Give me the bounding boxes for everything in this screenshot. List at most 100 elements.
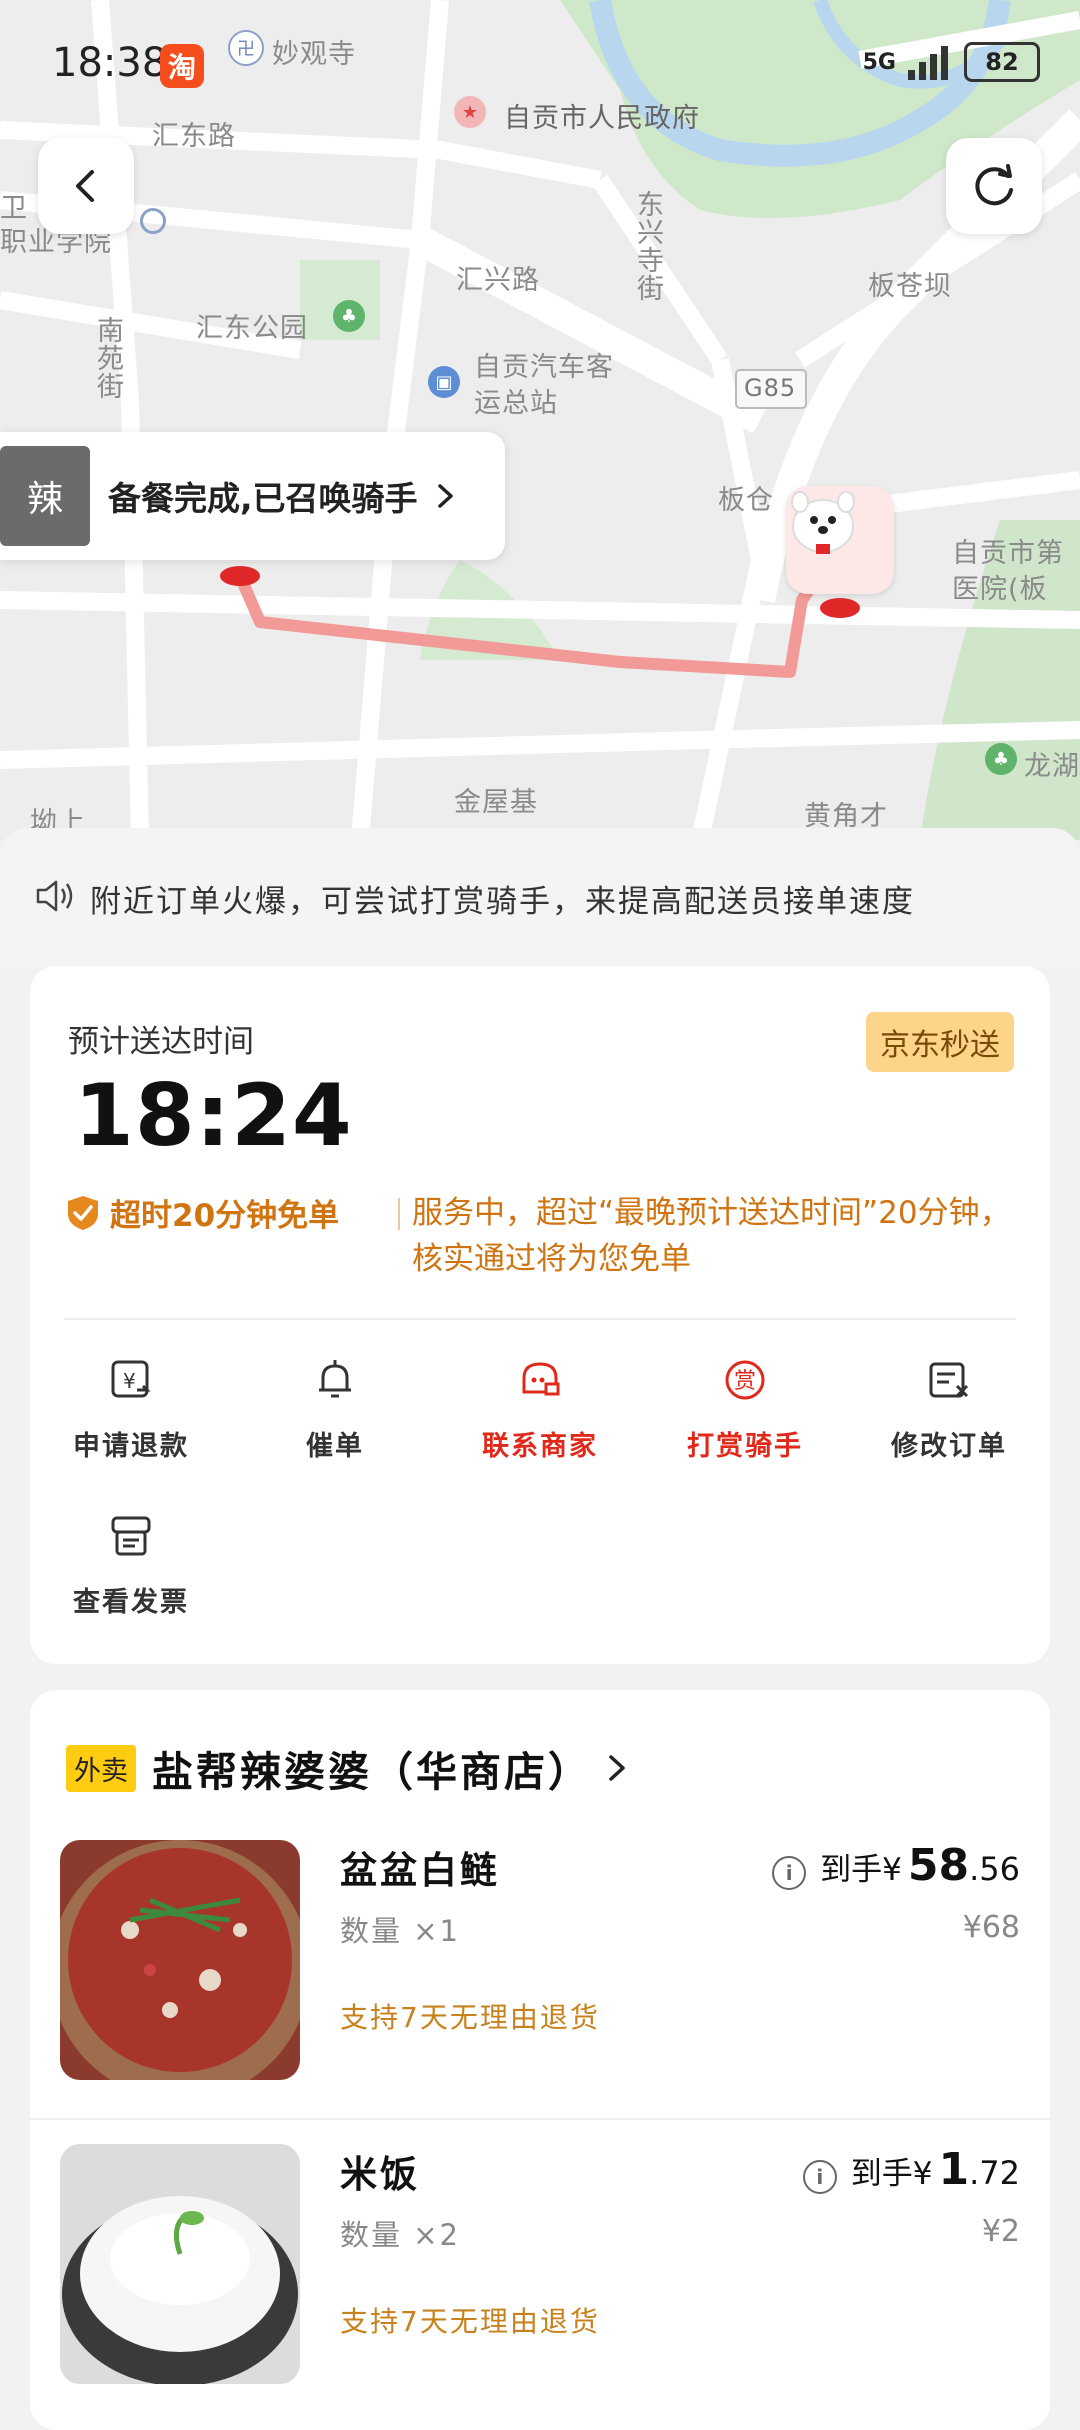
store-name: 盐帮辣婆婆（华商店） bbox=[152, 1748, 592, 1796]
edit-order-button[interactable]: 修改订单 bbox=[864, 1356, 1034, 1463]
view-invoice-button[interactable]: 查看发票 bbox=[46, 1512, 216, 1619]
refund-policy: 支持7天无理由退货 bbox=[340, 2001, 600, 2034]
price-int: 58 bbox=[907, 1840, 970, 1891]
price-dec: .72 bbox=[969, 2154, 1020, 2192]
network-label: 5G bbox=[862, 49, 896, 75]
dish-qty: 数量 ×1 bbox=[340, 1914, 460, 1948]
view-invoice-label: 查看发票 bbox=[73, 1587, 189, 1618]
map-label: 汇东公园 bbox=[196, 313, 308, 344]
reward-icon: 赏 bbox=[725, 1360, 765, 1400]
delivery-map[interactable]: 卍 ★ ♣ ▣ ♣ 妙观寺 自贡市人民政府 汇东路 卫 职业学院 东兴寺街 汇兴… bbox=[0, 0, 1080, 840]
guarantee-tag-text: 超时20分钟免单 bbox=[110, 1198, 340, 1234]
dish-name: 盆盆白鲢 bbox=[340, 1849, 500, 1892]
store-contact-icon bbox=[522, 1362, 560, 1396]
dish-image bbox=[60, 1840, 300, 2080]
info-icon[interactable]: i bbox=[772, 1856, 807, 1890]
map-label: 龙湖 bbox=[1024, 751, 1080, 782]
refund-label: 申请退款 bbox=[73, 1431, 189, 1462]
urge-button[interactable]: 催单 bbox=[250, 1356, 420, 1463]
back-button[interactable] bbox=[38, 138, 134, 234]
original-price: ¥2 bbox=[981, 2214, 1020, 2249]
speaker-icon bbox=[36, 880, 73, 912]
map-label: 自贡市第医院(板 bbox=[952, 538, 1064, 605]
status-time: 18:38 bbox=[52, 40, 168, 86]
dish-name: 米饭 bbox=[340, 2153, 420, 2196]
guarantee-tag: 超时20分钟免单 bbox=[66, 1190, 339, 1235]
refresh-button[interactable] bbox=[946, 138, 1042, 234]
map-label: G85 bbox=[744, 374, 797, 402]
svg-text:赏: 赏 bbox=[734, 1369, 756, 1394]
merchant-status-pill[interactable]: 辣 备餐完成,已召唤骑手 bbox=[0, 432, 505, 560]
bell-icon bbox=[319, 1360, 351, 1398]
school-icon bbox=[140, 208, 166, 234]
battery-icon: 82 bbox=[964, 42, 1040, 82]
map-label: 南苑街 bbox=[92, 316, 123, 400]
map-label: 板仓 bbox=[718, 485, 774, 516]
svg-text:¥: ¥ bbox=[123, 1369, 136, 1393]
status-indicators: 5G 82 bbox=[863, 42, 1040, 82]
contact-merchant-label: 联系商家 bbox=[482, 1431, 598, 1462]
reward-rider-label: 打赏骑手 bbox=[687, 1431, 803, 1462]
dish-qty: 数量 ×2 bbox=[340, 2218, 460, 2252]
merchant-status-text: 备餐完成,已召唤骑手 bbox=[108, 479, 418, 518]
price-prefix: 到手¥ bbox=[850, 2156, 933, 2192]
map-label: 汇东路 bbox=[152, 121, 236, 152]
guarantee-desc: 服务中，超过“最晚预计送达时间”20分钟，核实通过将为您免单 bbox=[412, 1195, 1011, 1277]
edit-order-icon bbox=[929, 1362, 969, 1398]
divider bbox=[398, 1198, 400, 1230]
dish-price: i 到手¥ 1.72 bbox=[802, 2144, 1020, 2195]
map-label: 汇兴路 bbox=[456, 265, 540, 296]
reward-rider-button[interactable]: 赏 打赏骑手 bbox=[660, 1356, 830, 1463]
price-prefix: 到手¥ bbox=[820, 1852, 902, 1888]
invoice-icon bbox=[111, 1516, 151, 1556]
store-header[interactable]: 外卖 盐帮辣婆婆（华商店） bbox=[66, 1738, 634, 1798]
signal-icon bbox=[908, 46, 948, 80]
merchant-logo: 辣 bbox=[0, 446, 90, 546]
battery-level: 82 bbox=[985, 48, 1019, 76]
eta-time: 18:24 bbox=[74, 1066, 353, 1166]
urge-label: 催单 bbox=[306, 1431, 364, 1462]
map-label: 自贡市人民政府 bbox=[504, 103, 700, 134]
store-card: 外卖 盐帮辣婆婆（华商店） 盆盆白鲢 数量 ×1 支持7天无理由退货 i 到手¥… bbox=[30, 1690, 1050, 2430]
map-label: 东兴寺街 bbox=[632, 190, 663, 302]
chevron-right-icon bbox=[609, 1755, 625, 1781]
refund-button[interactable]: ¥ 申请退款 bbox=[46, 1356, 216, 1463]
chevron-right-icon bbox=[437, 484, 453, 508]
price-dec: .56 bbox=[969, 1850, 1020, 1888]
eta-label: 预计送达时间 bbox=[68, 1024, 254, 1060]
map-label: 妙观寺 bbox=[272, 39, 356, 70]
merchant-logo-text: 辣 bbox=[26, 479, 63, 520]
divider bbox=[64, 1318, 1016, 1320]
edit-order-label: 修改订单 bbox=[891, 1431, 1007, 1462]
original-price: ¥68 bbox=[962, 1910, 1020, 1945]
rider-mascot-icon bbox=[791, 491, 855, 554]
refresh-icon bbox=[975, 164, 1013, 206]
notice-text: 附近订单火爆，可尝试打赏骑手，来提高配送员接单速度 bbox=[90, 884, 915, 920]
map-label: 板苍坝 bbox=[868, 271, 952, 302]
rider-avatar[interactable] bbox=[786, 486, 894, 594]
rice-bowl-image bbox=[60, 2144, 300, 2384]
shield-check-icon bbox=[68, 1195, 98, 1230]
refund-policy: 支持7天无理由退货 bbox=[340, 2305, 600, 2338]
notice-bar: 附近订单火爆，可尝试打赏骑手，来提高配送员接单速度 bbox=[0, 828, 1080, 968]
contact-merchant-button[interactable]: 联系商家 bbox=[455, 1356, 625, 1463]
dish-image bbox=[60, 2144, 300, 2384]
gov-pin-icon: ★ bbox=[454, 96, 486, 128]
refund-icon: ¥ bbox=[111, 1360, 151, 1398]
list-item[interactable]: 米饭 数量 ×2 支持7天无理由退货 i 到手¥ 1.72 ¥2 bbox=[30, 2144, 1050, 2414]
chevron-left-icon bbox=[76, 170, 94, 202]
temple-icon: 卍 bbox=[228, 30, 264, 66]
fish-dish-image bbox=[60, 1840, 300, 2080]
list-item[interactable]: 盆盆白鲢 数量 ×1 支持7天无理由退货 i 到手¥ 58.56 ¥68 bbox=[30, 1840, 1050, 2110]
map-label: 金屋基 bbox=[454, 787, 538, 818]
divider bbox=[30, 2118, 1050, 2120]
park-icon: ♣ bbox=[333, 300, 365, 332]
dish-price: i 到手¥ 58.56 bbox=[772, 1840, 1020, 1891]
jd-express-badge: 京东秒送 bbox=[866, 1012, 1014, 1072]
price-int: 1 bbox=[938, 2144, 970, 2195]
info-icon[interactable]: i bbox=[802, 2160, 837, 2194]
bus-icon: ▣ bbox=[428, 366, 460, 398]
park-icon-2: ♣ bbox=[985, 743, 1017, 775]
takeout-tag: 外卖 bbox=[66, 1744, 136, 1792]
taobao-app-icon: 淘 bbox=[160, 44, 204, 88]
